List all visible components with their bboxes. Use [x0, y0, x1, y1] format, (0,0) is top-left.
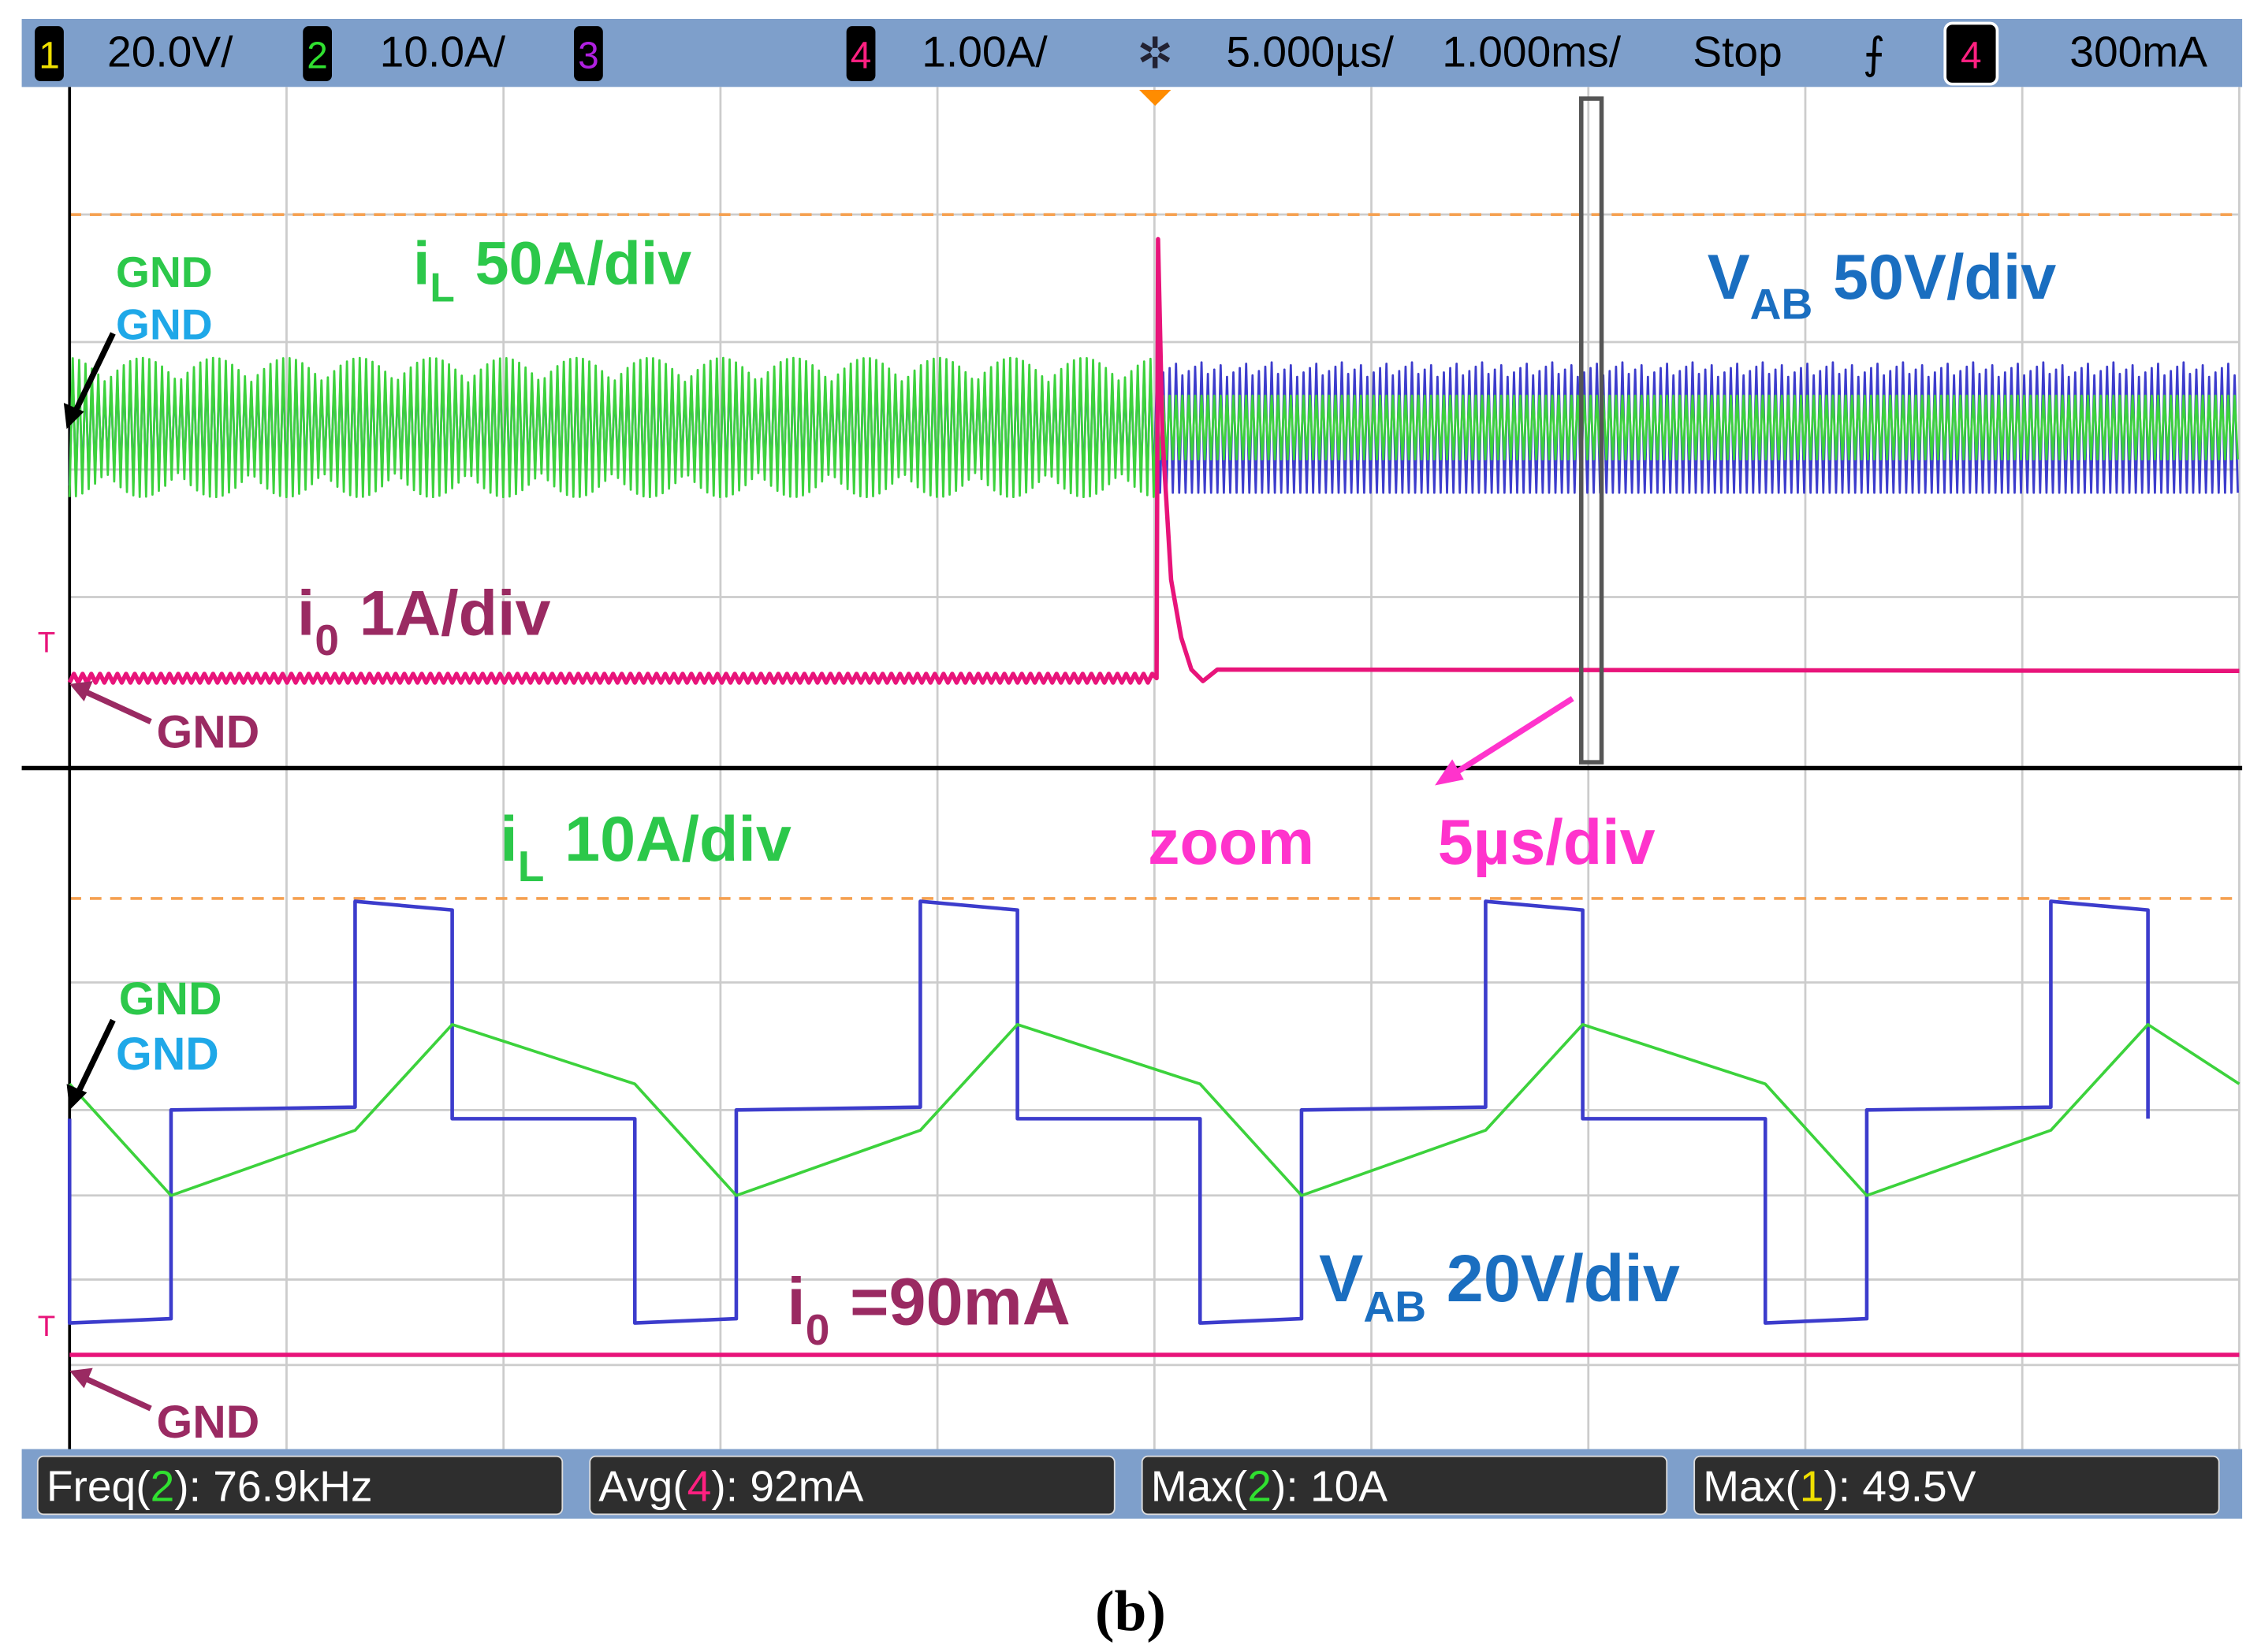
- measurement-text: Max(2): 10A: [1151, 1462, 1388, 1511]
- trigger-edge-icon: ⨍: [1863, 29, 1886, 77]
- measurement-bar: Freq(2): 76.9kHz Avg(4): 92mA Max(2): 10A M…: [21, 1449, 2243, 1519]
- oscilloscope-figure: 1 20.0V/ 2 10.0A/ 3 4 1.00A/ ✲ 5.000µs/ …: [21, 18, 2243, 1643]
- figure-caption: (b): [1095, 1578, 1166, 1643]
- ch4-scale: 1.00A/: [922, 28, 1048, 76]
- upper-gnd-green: GND: [116, 247, 213, 296]
- measurement-value: ): 92mA: [711, 1462, 863, 1511]
- top-bar-bg: [21, 18, 2243, 87]
- time-per-div: 5.000µs/: [1226, 28, 1394, 76]
- measurement-name: Freq(: [47, 1462, 151, 1511]
- measurement-value: ): 10A: [1272, 1462, 1388, 1511]
- measurement-channel: 4: [687, 1462, 712, 1511]
- lower-zoom-scale: 5µs/div: [1438, 807, 1656, 878]
- ch1-number: 1: [39, 35, 60, 76]
- lower-gnd-i0: GND: [157, 1397, 260, 1448]
- trigger-source: 4: [1961, 35, 1982, 76]
- upper-gnd-blue: GND: [116, 300, 213, 348]
- top-status-bar: 1 20.0V/ 2 10.0A/ 3 4 1.00A/ ✲ 5.000µs/ …: [21, 18, 2243, 87]
- measurement-channel: 1: [1800, 1462, 1824, 1511]
- measurement-text: Freq(2): 76.9kHz: [47, 1462, 373, 1511]
- measurement-value: ): 76.9kHz: [174, 1462, 372, 1511]
- upper-trigger-marker: T: [38, 626, 55, 658]
- measurement-value: ): 49.5V: [1823, 1462, 1976, 1511]
- measurement-name: Avg(: [598, 1462, 687, 1511]
- measurement-name: Max(: [1151, 1462, 1248, 1511]
- ch4-number: 4: [851, 35, 872, 76]
- ch2-number: 2: [307, 35, 328, 76]
- lower-trigger-marker: T: [38, 1310, 55, 1342]
- measurement-text: Avg(4): 92mA: [598, 1462, 863, 1511]
- ch1-scale: 20.0V/: [107, 28, 233, 76]
- ch2-scale: 10.0A/: [380, 28, 506, 76]
- lower-gnd-blue: GND: [116, 1029, 219, 1080]
- lower-gnd-green: GND: [119, 973, 222, 1025]
- measurement-text: Max(1): 49.5V: [1703, 1462, 1976, 1511]
- lower-zoom-label: zoom: [1148, 807, 1314, 878]
- run-state[interactable]: Stop: [1693, 28, 1782, 76]
- ch3-number: 3: [578, 35, 599, 76]
- measurement-name: Max(: [1703, 1462, 1800, 1511]
- measurement-channel: 2: [1247, 1462, 1272, 1511]
- acquisition-icon: ✲: [1137, 29, 1173, 77]
- upper-gnd-i0: GND: [157, 707, 260, 758]
- trigger-level: 300mA: [2069, 28, 2207, 76]
- delay-value: 1.000ms/: [1442, 28, 1621, 76]
- measurement-channel: 2: [151, 1462, 175, 1511]
